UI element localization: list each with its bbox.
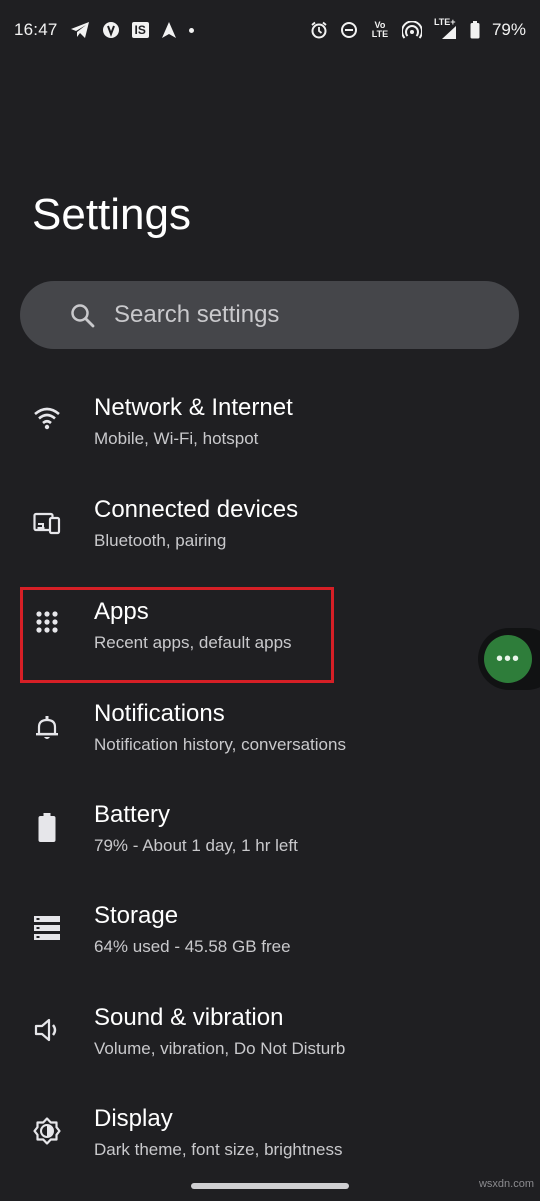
bell-icon — [33, 714, 61, 742]
settings-item-notifications[interactable]: Notifications Notification history, conv… — [0, 700, 540, 796]
search-icon — [70, 303, 96, 336]
page-title: Settings — [32, 190, 191, 239]
apps-highlight-box — [20, 587, 334, 683]
settings-item-connected-devices[interactable]: Connected devices Bluetooth, pairing — [0, 496, 540, 592]
volte-icon: Vo LTE — [371, 20, 389, 39]
settings-item-subtitle: Dark theme, font size, brightness — [94, 1140, 343, 1159]
settings-item-label: Display — [94, 1105, 173, 1132]
speaker-icon — [33, 1016, 61, 1044]
settings-item-label: Storage — [94, 902, 179, 929]
settings-item-network[interactable]: Network & Internet Mobile, Wi-Fi, hotspo… — [0, 394, 540, 490]
settings-item-subtitle: Mobile, Wi-Fi, hotspot — [94, 429, 259, 448]
settings-item-subtitle: Bluetooth, pairing — [94, 531, 227, 550]
settings-item-subtitle: Notification history, conversations — [94, 735, 346, 754]
status-bar-right: Vo LTE LTE+ 79% — [310, 18, 526, 40]
settings-item-sound[interactable]: Sound & vibration Volume, vibration, Do … — [0, 1004, 540, 1100]
hotspot-icon — [401, 21, 422, 39]
alarm-icon — [310, 21, 328, 39]
telegram-icon — [70, 21, 90, 39]
settings-item-label: Notifications — [94, 700, 225, 727]
status-bar-left: 16:47 IS — [14, 20, 194, 40]
watermark: wsxdn.com — [478, 1178, 534, 1190]
settings-item-label: Battery — [94, 801, 171, 828]
status-bar: 16:47 IS Vo LTE LTE+ 79% — [0, 0, 540, 60]
battery-percent: 79% — [491, 20, 526, 39]
battery-status-icon — [470, 21, 480, 39]
floating-more-button[interactable]: ••• — [484, 635, 532, 683]
settings-item-label: Connected devices — [94, 496, 299, 523]
more-horizontal-icon: ••• — [495, 647, 520, 670]
storage-icon — [34, 916, 62, 944]
clock: 16:47 — [14, 20, 58, 39]
settings-item-label: Network & Internet — [94, 394, 293, 421]
do-not-disturb-icon — [340, 21, 358, 39]
settings-item-subtitle: 79% - About 1 day, 1 hr left — [94, 836, 298, 855]
settings-item-subtitle: 64% used - 45.58 GB free — [94, 937, 291, 956]
settings-item-label: Sound & vibration — [94, 1004, 284, 1031]
vpn-shield-icon — [102, 21, 120, 39]
search-bar[interactable]: Search settings — [20, 281, 519, 349]
settings-item-storage[interactable]: Storage 64% used - 45.58 GB free — [0, 902, 540, 998]
news-app-icon: IS — [131, 22, 149, 38]
wifi-icon — [33, 404, 61, 432]
gesture-navigation-handle[interactable] — [191, 1183, 349, 1189]
settings-item-battery[interactable]: Battery 79% - About 1 day, 1 hr left — [0, 801, 540, 897]
display-brightness-icon — [33, 1117, 61, 1145]
search-placeholder: Search settings — [114, 301, 280, 328]
battery-icon — [38, 813, 66, 842]
lte-signal-icon: LTE+ — [434, 18, 458, 40]
more-notifications-dot-icon — [188, 27, 194, 33]
settings-item-subtitle: Volume, vibration, Do Not Disturb — [94, 1039, 346, 1058]
navigation-arrow-icon — [161, 21, 177, 39]
connected-devices-icon — [33, 510, 61, 538]
